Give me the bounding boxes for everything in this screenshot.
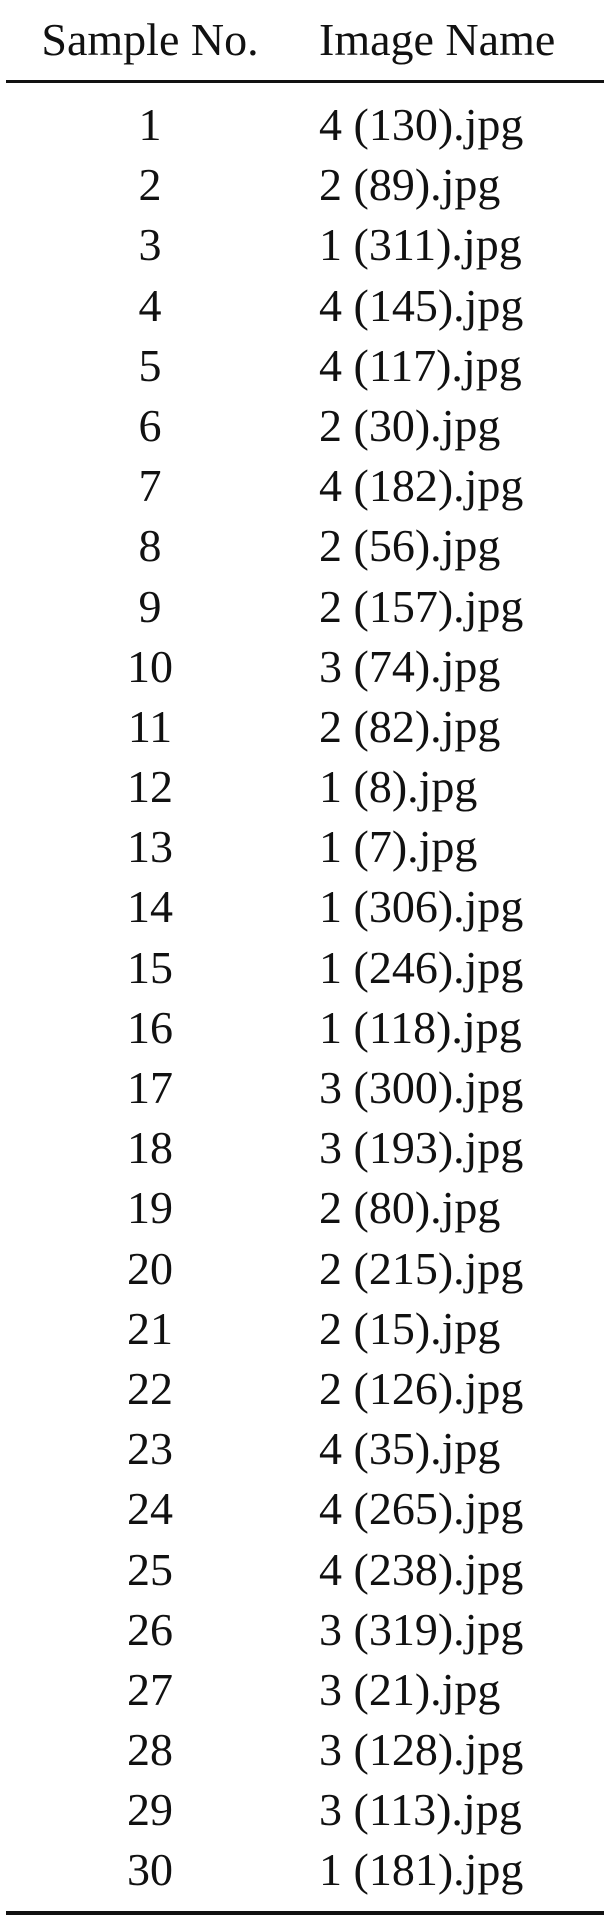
table-row: 16 1 (118).jpg: [6, 999, 604, 1059]
table-row: 9 2 (157).jpg: [6, 578, 604, 638]
table-row: 12 1 (8).jpg: [6, 758, 604, 818]
image-name-cell: 3 (74).jpg: [319, 640, 501, 692]
image-name-cell: 3 (300).jpg: [319, 1062, 524, 1113]
table-row: 24 4 (265).jpg: [6, 1480, 604, 1540]
sample-no-cell: 13: [127, 821, 173, 873]
image-name-cell: 1 (181).jpg: [319, 1844, 524, 1896]
sample-no-cell: 25: [127, 1543, 173, 1595]
table-row: 15 1 (246).jpg: [6, 939, 604, 999]
table-row: 14 1 (306).jpg: [6, 878, 604, 938]
sample-no-cell: 12: [127, 761, 173, 813]
image-name-cell: 4 (145).jpg: [319, 279, 524, 331]
header-sample-no: Sample No.: [41, 14, 259, 65]
sample-no-cell: 6: [138, 399, 162, 451]
table-row: 30 1 (181).jpg: [6, 1841, 604, 1901]
image-name-cell: 3 (113).jpg: [319, 1784, 522, 1836]
sample-no-cell: 24: [127, 1483, 173, 1535]
sample-no-cell: 27: [127, 1663, 173, 1715]
image-name-cell: 1 (246).jpg: [319, 941, 524, 993]
table-row: 5 4 (117).jpg: [6, 337, 604, 397]
table-row: 20 2 (215).jpg: [6, 1240, 604, 1300]
table-row: 22 2 (126).jpg: [6, 1360, 604, 1420]
sample-no-cell: 17: [127, 1062, 173, 1113]
table-row: 23 4 (35).jpg: [6, 1420, 604, 1480]
table-row: 27 3 (21).jpg: [6, 1661, 604, 1721]
table-row: 25 4 (238).jpg: [6, 1541, 604, 1601]
image-name-cell: 2 (89).jpg: [319, 159, 501, 211]
image-name-cell: 2 (157).jpg: [319, 580, 524, 632]
table-row: 21 2 (15).jpg: [6, 1300, 604, 1360]
image-name-cell: 4 (265).jpg: [319, 1483, 524, 1535]
table-top-rule: [6, 80, 604, 83]
sample-no-cell: 20: [127, 1242, 173, 1294]
sample-no-cell: 3: [138, 219, 162, 271]
image-name-cell: 2 (215).jpg: [319, 1242, 524, 1294]
sample-no-cell: 19: [127, 1182, 173, 1234]
sample-no-cell: 10: [127, 640, 173, 692]
header-image-name: Image Name: [319, 14, 556, 65]
image-name-cell: 2 (126).jpg: [319, 1362, 524, 1414]
table-row: 6 2 (30).jpg: [6, 397, 604, 457]
sample-no-cell: 30: [127, 1844, 173, 1896]
sample-no-cell: 14: [127, 881, 173, 933]
sample-no-cell: 8: [138, 520, 162, 572]
sample-no-cell: 5: [138, 339, 162, 391]
sample-image-table: Sample No. Image Name 1 4 (130).jpg 2 2 (89…: [6, 0, 604, 1915]
sample-no-cell: 21: [127, 1302, 173, 1354]
sample-no-cell: 11: [127, 700, 173, 752]
table-row: 4 4 (145).jpg: [6, 277, 604, 337]
sample-no-cell: 28: [127, 1724, 173, 1776]
image-name-cell: 4 (117).jpg: [319, 339, 522, 391]
table-row: 10 3 (74).jpg: [6, 638, 604, 698]
table-body: 1 4 (130).jpg 2 2 (89).jpg 3 1 (311).jpg 4 4 (1…: [6, 96, 604, 1902]
sample-no-cell: 2: [138, 159, 162, 211]
image-name-cell: 4 (238).jpg: [319, 1543, 524, 1595]
table-row: 11 2 (82).jpg: [6, 698, 604, 758]
image-name-cell: 1 (118).jpg: [319, 1001, 522, 1053]
sample-no-cell: 1: [138, 99, 162, 150]
table-header-row: Sample No. Image Name: [6, 0, 604, 80]
image-name-cell: 4 (130).jpg: [319, 99, 524, 150]
table-row: 1 4 (130).jpg: [6, 96, 604, 156]
image-name-cell: 2 (15).jpg: [319, 1302, 501, 1354]
sample-no-cell: 18: [127, 1122, 173, 1174]
image-name-cell: 2 (80).jpg: [319, 1182, 501, 1234]
sample-no-cell: 22: [127, 1362, 173, 1414]
sample-no-cell: 16: [127, 1001, 173, 1053]
image-name-cell: 2 (56).jpg: [319, 520, 501, 572]
table-bottom-rule: [6, 1911, 604, 1915]
sample-no-cell: 23: [127, 1423, 173, 1475]
sample-no-cell: 26: [127, 1603, 173, 1655]
image-name-cell: 1 (8).jpg: [319, 761, 478, 813]
image-name-cell: 3 (21).jpg: [319, 1663, 501, 1715]
table-row: 13 1 (7).jpg: [6, 818, 604, 878]
image-name-cell: 2 (82).jpg: [319, 700, 501, 752]
table-row: 26 3 (319).jpg: [6, 1601, 604, 1661]
sample-no-cell: 9: [138, 580, 162, 632]
table-row: 3 1 (311).jpg: [6, 216, 604, 276]
table-row: 28 3 (128).jpg: [6, 1721, 604, 1781]
sample-no-cell: 29: [127, 1784, 173, 1836]
image-name-cell: 3 (193).jpg: [319, 1122, 524, 1174]
table-row: 8 2 (56).jpg: [6, 517, 604, 577]
image-name-cell: 1 (311).jpg: [319, 219, 522, 271]
image-name-cell: 2 (30).jpg: [319, 399, 501, 451]
image-name-cell: 4 (35).jpg: [319, 1423, 501, 1475]
sample-no-cell: 7: [138, 460, 162, 512]
image-name-cell: 4 (182).jpg: [319, 460, 524, 512]
sample-no-cell: 4: [138, 279, 162, 331]
image-name-cell: 1 (7).jpg: [319, 821, 478, 873]
table-row: 18 3 (193).jpg: [6, 1119, 604, 1179]
table-row: 7 4 (182).jpg: [6, 457, 604, 517]
image-name-cell: 3 (319).jpg: [319, 1603, 524, 1655]
table-row: 29 3 (113).jpg: [6, 1781, 604, 1841]
table-row: 17 3 (300).jpg: [6, 1059, 604, 1119]
sample-no-cell: 15: [127, 941, 173, 993]
image-name-cell: 3 (128).jpg: [319, 1724, 524, 1776]
table-row: 19 2 (80).jpg: [6, 1179, 604, 1239]
image-name-cell: 1 (306).jpg: [319, 881, 524, 933]
table-row: 2 2 (89).jpg: [6, 156, 604, 216]
